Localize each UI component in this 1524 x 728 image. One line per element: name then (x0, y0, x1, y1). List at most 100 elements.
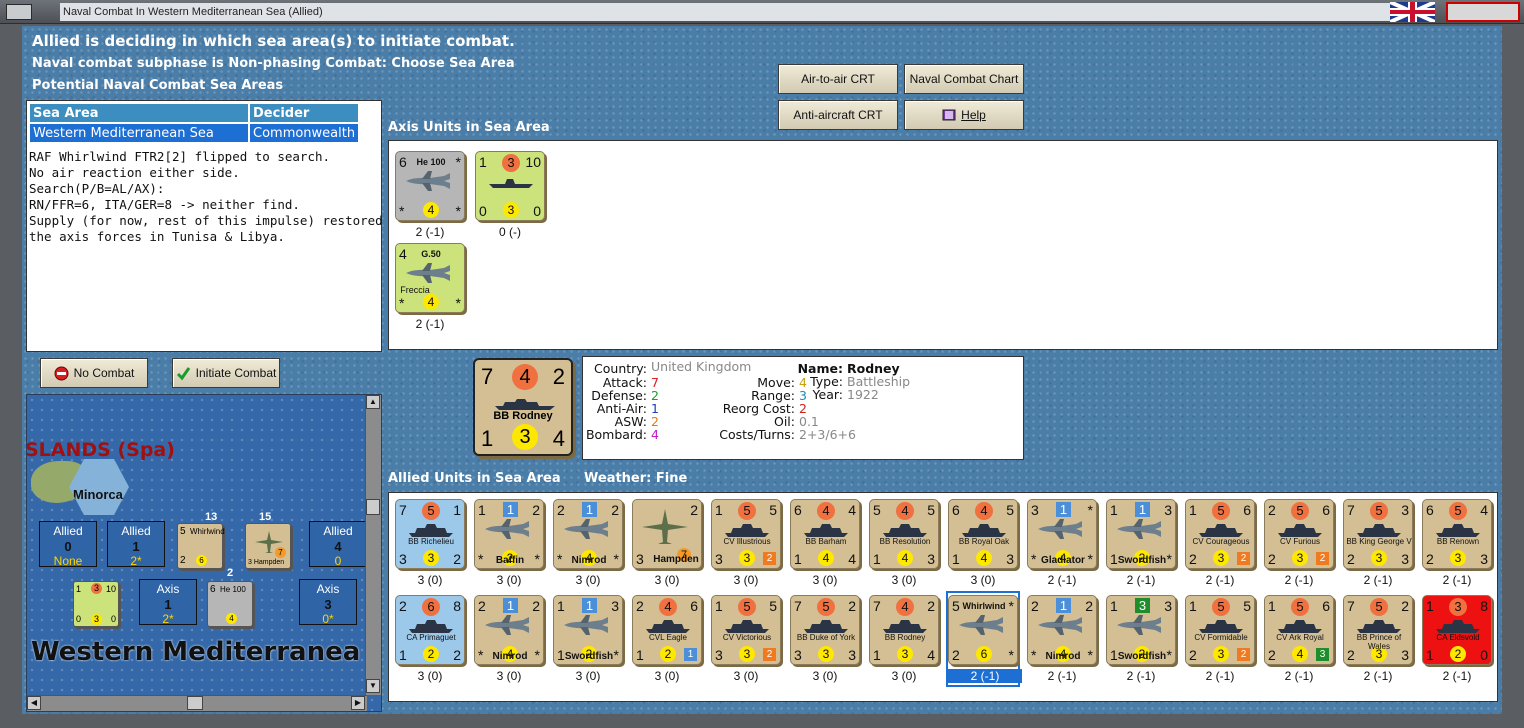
unit-counter: 1 3 1 1 2 * Swordfish (1106, 499, 1176, 569)
unit-counter-3[interactable]: 2 3 7 Hampden 3 (0) (630, 495, 704, 591)
unit-counter-27[interactable]: 1 8 1 3 2 CA Eldsvold 0 2 (-1) (1420, 591, 1494, 687)
unit-counter-9[interactable]: 1 3 1 1 2 * Swordfish 2 (-1) (1104, 495, 1178, 591)
counter-name: BB Duke of York (796, 633, 856, 642)
counter-name: CV Courageous (1192, 537, 1250, 546)
unit-counter-22[interactable]: 2 2 * 1 4 * Nimrod 2 (-1) (1025, 591, 1099, 687)
table-row[interactable]: Western Mediterranean Sea Commonwealth (29, 123, 379, 143)
unit-counter-8[interactable]: 3 * * 1 4 * Gladiator 2 (-1) (1025, 495, 1099, 591)
counter-name: CV Victorious (722, 633, 772, 642)
counter-top-right: 8 (453, 598, 461, 614)
horizontal-scroll-thumb[interactable] (187, 696, 203, 710)
hampden-mini-counter[interactable]: 3 Hampden 7 (245, 523, 291, 569)
box-sub: 0 (334, 554, 342, 568)
unit-counter-1[interactable]: 1 2 * 1 2 * Baffin 3 (0) (472, 495, 546, 591)
unit-counter-21[interactable]: 5 * 2 6 * Whirlwind 2 (-1) (946, 591, 1022, 687)
naval-combat-chart-button[interactable]: Naval Combat Chart (904, 64, 1024, 94)
aircraft-icon (959, 615, 1003, 635)
sub-mini-counter[interactable]: 1 3 10 0 3 0 (73, 581, 119, 627)
sea-area-map[interactable]: Minorca SLANDS (Spa) Allied 0 None Allie… (26, 394, 382, 712)
counter-bottom-center: 3 (739, 550, 755, 566)
unit-counter-18[interactable]: 1 5 3 5 3 CV Victorious 2 3 (0) (709, 591, 783, 687)
anti-aircraft-crt-button[interactable]: Anti-aircraft CRT (778, 100, 898, 130)
unit-counter-11[interactable]: 2 6 2 5 3 CV Furious 2 2 (-1) (1262, 495, 1336, 591)
unit-counter-2[interactable]: 2 2 * 1 4 * Nimrod 3 (0) (551, 495, 625, 591)
ship-icon (1199, 524, 1243, 537)
unit-counter-12[interactable]: 7 3 2 5 3 BB King George V32 (-1) (1341, 495, 1415, 591)
mini-tl: 6 (210, 584, 216, 595)
unit-counter-14[interactable]: 2 8 1 6 2 CA Primaguet 2 3 (0) (393, 591, 467, 687)
vertical-scroll-thumb[interactable] (366, 499, 380, 515)
unit-counter-25[interactable]: 1 6 2 5 4 CV Ark Royal 3 2 (-1) (1262, 591, 1336, 687)
unit-counter-20[interactable]: 7 2 1 4 3 BB Rodney 4 3 (0) (867, 591, 941, 687)
unit-counter-16[interactable]: 1 3 1 1 2 * Swordfish 3 (0) (551, 591, 625, 687)
scroll-down-icon[interactable]: ▼ (366, 679, 380, 693)
aircraft-icon (1117, 519, 1161, 539)
unit-counter-1[interactable]: 1 10 0 3 3 0 0 (-) (473, 147, 547, 243)
unit-counter-13[interactable]: 6 4 2 5 3 BB Renown 3 2 (-1) (1420, 495, 1494, 591)
unit-counter-7[interactable]: 6 5 1 4 4 BB Royal Oak 3 3 (0) (946, 495, 1020, 591)
counter-bottom-right: 2 (453, 647, 461, 663)
map-horizontal-scrollbar[interactable]: ◀ ▶ (27, 695, 367, 711)
counter-bottom-left: 3 (715, 551, 723, 567)
counter-name: CV Illustrious (723, 537, 771, 546)
unit-caption: 2 (-1) (1126, 669, 1156, 683)
unit-counter: 7 2 3 5 3 BB Duke of York 3 (790, 595, 860, 665)
allied-box-1[interactable]: Allied 1 2* (107, 521, 165, 568)
unit-counter-26[interactable]: 7 2 2 5 3 BB Prince of Wales 3 2 (-1) (1341, 591, 1415, 687)
unit-counter-0[interactable]: 7 1 3 5 3 BB Richelieu 2 3 (0) (393, 495, 467, 591)
counter-top-right: 2 (848, 598, 856, 614)
unit-counter: 3 * * 1 4 * Gladiator (1027, 499, 1097, 569)
unit-counter: 6 * * 4 * He 100 (395, 151, 465, 221)
close-button[interactable] (1446, 2, 1520, 22)
allied-box-0[interactable]: Allied 0 None (39, 521, 97, 568)
counter-top-right: 2 (1401, 598, 1409, 614)
unit-caption: 3 (0) (496, 669, 522, 683)
help-button[interactable]: Help (904, 100, 1024, 130)
country-value: United Kingdom (651, 359, 752, 374)
box-side: Allied (323, 524, 353, 538)
unit-counter-0[interactable]: 6 * * 4 * He 100 2 (-1) (393, 147, 467, 243)
counter-name: BB Renown (1436, 537, 1480, 546)
unit-counter-23[interactable]: 1 3 1 3 2 * Swordfish 2 (-1) (1104, 591, 1178, 687)
axis-box-0[interactable]: Axis 1 2* (139, 579, 197, 626)
counter-bottom-right: * (1008, 647, 1014, 663)
counter-bottom-left: 3 (399, 551, 407, 567)
air-to-air-crt-button[interactable]: Air-to-air CRT (778, 64, 898, 94)
unit-counter-15[interactable]: 2 2 * 1 4 * Nimrod 3 (0) (472, 591, 546, 687)
whirlwind-mini-counter[interactable]: 5 Whirlwind 2 6 (177, 523, 225, 569)
aircraft-icon (406, 171, 450, 191)
counter-bottom-right: 0 (1480, 647, 1488, 663)
scroll-left-icon[interactable]: ◀ (27, 696, 41, 710)
counter-name: Nimrod (492, 651, 528, 662)
allied-box-2[interactable]: Allied 4 0 (309, 521, 367, 568)
unit-counter-24[interactable]: 1 5 2 5 3 CV Formidable 2 2 (-1) (1183, 591, 1257, 687)
counter-name: Hampden (653, 554, 699, 565)
system-menu-button[interactable] (6, 4, 32, 20)
unit-caption: 3 (0) (654, 573, 680, 587)
counter-top-left: 7 (399, 502, 407, 518)
unit-counter-5[interactable]: 6 4 1 4 4 BB Barham 4 3 (0) (788, 495, 862, 591)
mini-tl: 1 (76, 584, 82, 594)
no-combat-button[interactable]: No Combat (40, 358, 148, 388)
counter-top-center: 5 (1212, 502, 1230, 520)
bomber-icon (642, 509, 688, 544)
axis-box-1[interactable]: Axis 3 0* (299, 579, 357, 626)
unit-caption: 2 (-1) (1363, 669, 1393, 683)
unit-counter-4[interactable]: 1 5 3 5 3 CV Illustrious 2 3 (0) (709, 495, 783, 591)
unit-counter: 1 5 2 5 3 CV Formidable 2 (1185, 595, 1255, 665)
map-vertical-scrollbar[interactable]: ▲ ▼ (365, 395, 381, 695)
scroll-up-icon[interactable]: ▲ (366, 395, 380, 409)
unit-counter-10[interactable]: 1 6 2 5 3 CV Courageous 2 2 (-1) (1183, 495, 1257, 591)
unit-counter: 7 3 2 5 3 BB King George V3 (1343, 499, 1413, 569)
combat-log: RAF Whirlwind FTR2[2] flipped to search.… (29, 149, 405, 244)
he100-mini-counter[interactable]: 6 He 100 4 (207, 581, 253, 627)
unit-counter-17[interactable]: 2 6 1 4 2 CVL Eagle 1 3 (0) (630, 591, 704, 687)
counter-bottom-right: 3 (1401, 551, 1409, 567)
unit-counter-2[interactable]: 4 * 4 * G.50 Freccia 2 (-1) (393, 239, 467, 335)
scroll-right-icon[interactable]: ▶ (351, 696, 365, 710)
unit-counter-19[interactable]: 7 2 3 5 3 BB Duke of York 3 3 (0) (788, 591, 862, 687)
initiate-combat-button[interactable]: Initiate Combat (172, 358, 280, 388)
unit-counter-6[interactable]: 5 5 1 4 4 BB Resolution 3 3 (0) (867, 495, 941, 591)
counter-top-center: 4 (975, 502, 993, 520)
no-entry-icon (54, 366, 69, 380)
